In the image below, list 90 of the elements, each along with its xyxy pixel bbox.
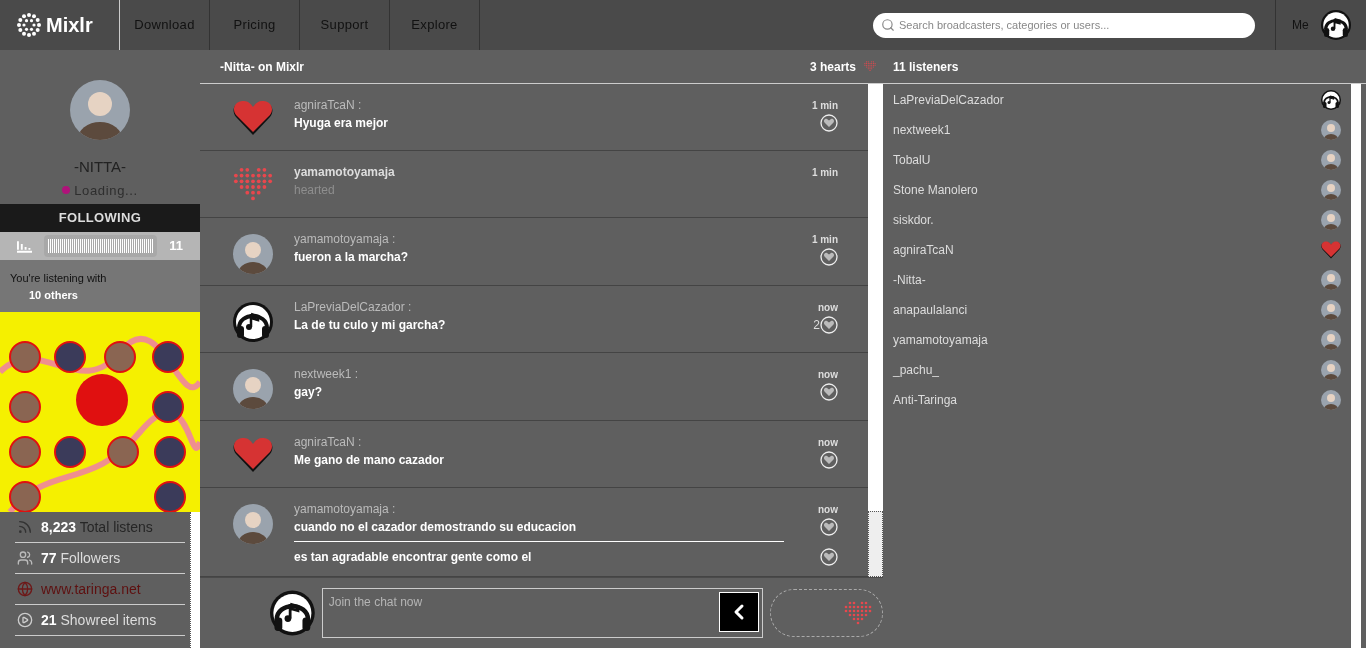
logo-icon <box>16 12 42 38</box>
listener-name: -Nitta- <box>893 272 926 289</box>
listener-name: nextweek1 <box>893 122 951 139</box>
heart-icon <box>864 61 876 72</box>
broadcast-icon <box>17 519 33 535</box>
chat-message: es tan agradable encontrar gente como el <box>294 549 532 566</box>
stat-text: 21 Showreel items <box>41 610 157 630</box>
listener-row[interactable]: Stone Manolero <box>883 175 1351 205</box>
user-avatar <box>233 369 273 410</box>
chat-input[interactable]: Join the chat now <box>321 588 763 638</box>
chat-username[interactable]: agniraTcaN : <box>294 96 362 114</box>
chat-message: fueron a la marcha? <box>294 249 409 266</box>
chat-time: now <box>818 300 838 315</box>
listener-name: yamamotoyamaja <box>893 332 988 349</box>
listener-name: _pachu_ <box>893 362 940 379</box>
listener-row[interactable]: yamamotoyamaja <box>883 325 1351 355</box>
chat-username[interactable]: yamamotoyamaja : <box>294 500 396 518</box>
chat-time: 1 min <box>811 99 838 113</box>
chat-username[interactable]: agniraTcaN : <box>294 433 362 451</box>
globe-icon <box>17 581 33 597</box>
listener-name: Stone Manolero <box>893 182 978 199</box>
profile-avatar <box>70 80 130 140</box>
listener-row[interactable]: TobalU <box>883 145 1351 175</box>
listener-name: Anti-Taringa <box>893 392 958 409</box>
listener-name: siskdor. <box>893 212 934 229</box>
headphones-avatar <box>1321 90 1341 110</box>
listener-row[interactable]: Anti-Taringa <box>883 385 1351 415</box>
following-button[interactable]: FOLLOWING <box>0 204 200 232</box>
chat-time: 1 min <box>811 166 838 180</box>
listener-name: LaPreviaDelCazador <box>893 92 1004 109</box>
equalizer-icon <box>17 239 33 253</box>
listener-name: anapaulalanci <box>893 302 968 319</box>
listener-row[interactable]: agniraTcaN <box>883 235 1351 265</box>
heart-count: 2 <box>813 316 820 334</box>
profile-name: -NITTA- <box>73 157 127 177</box>
user-avatar <box>1321 180 1341 200</box>
listener-name: TobalU <box>893 152 931 169</box>
search-field[interactable]: Search broadcasters, categories or users... <box>873 12 1255 38</box>
listener-count: 11 <box>169 237 183 256</box>
headphones-avatar <box>233 301 273 342</box>
stat-text: 8,223 Total listens <box>41 517 153 537</box>
search-icon <box>881 18 895 33</box>
chat-message: Me gano de mano cazador <box>294 452 445 469</box>
chat-time: 1 min <box>811 233 838 247</box>
listener-name: agniraTcaN <box>893 242 954 259</box>
chat-username[interactable]: yamamotoyamaja <box>294 163 395 181</box>
user-avatar <box>233 504 273 544</box>
listener-row[interactable]: LaPreviaDelCazador <box>883 85 1351 115</box>
listeners-title: 11 listeners <box>893 58 959 76</box>
chat-time: now <box>818 368 838 383</box>
people-icon <box>17 550 33 566</box>
user-avatar <box>1320 10 1351 40</box>
heart-icon <box>1321 241 1341 259</box>
user-avatar <box>1321 360 1341 380</box>
send-button[interactable] <box>718 592 759 632</box>
user-avatar <box>1321 390 1341 410</box>
user-avatar <box>233 234 273 274</box>
heart-icon <box>233 437 273 473</box>
user-avatar <box>1321 330 1341 350</box>
hearts-count: 3 hearts <box>809 58 856 76</box>
dotted-heart-icon <box>844 601 872 625</box>
chat-message: La de tu culo y mi garcha? <box>294 316 446 334</box>
user-avatar <box>1321 120 1341 140</box>
heart-icon <box>233 100 273 136</box>
listener-row[interactable]: anapaulalanci <box>883 295 1351 325</box>
dotted-heart-icon <box>233 167 273 202</box>
listener-row[interactable]: siskdor. <box>883 205 1351 235</box>
listener-row[interactable]: _pachu_ <box>883 355 1351 385</box>
listener-row[interactable]: -Nitta- <box>883 265 1351 295</box>
listening-text: You're listening with <box>10 271 108 286</box>
logo-text: Mixlr <box>46 13 93 38</box>
user-avatar <box>270 590 315 636</box>
chat-time: now <box>818 503 838 517</box>
scrollbar-thumb[interactable] <box>868 511 883 577</box>
listener-row[interactable]: nextweek1 <box>883 115 1351 145</box>
user-avatar <box>1321 270 1341 290</box>
stat-text: 77 Followers <box>41 548 121 568</box>
user-avatar <box>1321 150 1341 170</box>
user-avatar <box>1321 210 1341 230</box>
chat-title: -Nitta- on Mixlr <box>220 58 304 76</box>
chat-message: gay? <box>294 384 322 402</box>
chat-time: now <box>818 436 838 450</box>
chat-username[interactable]: LaPreviaDelCazador : <box>294 297 412 316</box>
user-avatar <box>1321 300 1341 320</box>
play-icon <box>17 612 33 628</box>
chat-message: cuando no el cazador demostrando su educacion <box>294 519 577 536</box>
chat-message: Hyuga era mejor <box>294 115 389 132</box>
chat-username[interactable]: nextweek1 : <box>294 365 359 384</box>
chat-username[interactable]: yamamotoyamaja : <box>294 230 396 248</box>
listening-count: 10 others <box>28 287 79 303</box>
